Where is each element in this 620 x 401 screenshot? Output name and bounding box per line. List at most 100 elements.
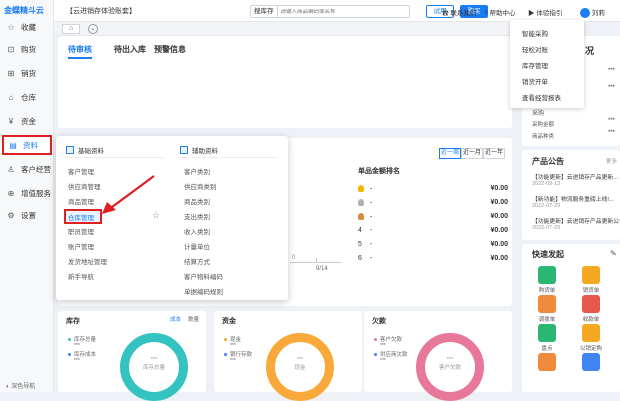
legend-value: *** [74, 358, 80, 364]
sidebar-item-2[interactable]: ⊞ 销货 [2, 63, 52, 83]
basic-data-item[interactable]: 商品管理 [68, 196, 94, 206]
aux-data-item[interactable]: 商品类别 [184, 196, 210, 206]
guide-icon: ▶ [528, 10, 535, 17]
aux-data-item[interactable]: 客户物料编码 [184, 271, 223, 281]
rank-value: ¥0.00 [490, 185, 508, 192]
news-item[interactable]: 【功能更新】云进销存产品更新公告 [532, 216, 620, 225]
document-icon: ▤ [9, 140, 17, 150]
sidebar-item-label: 仓库 [21, 92, 36, 102]
news-date: 2022-07-29 [532, 203, 561, 209]
panel-title: 欠款 [372, 318, 386, 325]
chart-x-axis [290, 262, 342, 263]
legend-value: *** [230, 358, 236, 364]
ranking-title: 单品金额排名 [358, 168, 400, 175]
document-icon [66, 146, 74, 154]
rank-name: - [370, 213, 373, 221]
guide-item-smart-purchase[interactable]: 智能采购 [522, 28, 548, 38]
basic-data-item[interactable]: 客户管理 [68, 166, 94, 176]
news-date: 2022-09-13 [532, 181, 561, 187]
range-week-button[interactable]: 近一周 [439, 148, 461, 159]
sidebar-item-0[interactable]: ☆ 收藏 [2, 17, 52, 37]
legend-dot [68, 353, 71, 357]
transfer-order-icon[interactable] [538, 295, 556, 313]
tab-pending-stock[interactable]: 待出入库 [114, 44, 146, 55]
news-item[interactable]: 【新功能】物流服务重磅上线!... [532, 194, 614, 203]
quick-action-label: 销货单 [582, 288, 600, 294]
panel-tab-cost[interactable]: 成本 [170, 315, 181, 323]
range-year-button[interactable]: 近一年 [483, 148, 505, 159]
warehouse-management-item[interactable]: 仓库管理 [68, 212, 94, 222]
more-quick-icon[interactable] [538, 353, 556, 371]
basic-data-item[interactable]: 职员管理 [68, 226, 94, 236]
quick-action-label: 购货单 [538, 288, 556, 294]
aux-data-item[interactable]: 单据编码规则 [184, 286, 223, 296]
aux-data-item[interactable]: 计量单位 [184, 241, 210, 251]
basic-data-item[interactable]: 新手导航 [68, 271, 94, 281]
guide-item-inventory[interactable]: 库存管理 [522, 60, 548, 70]
divider [178, 157, 278, 158]
legend-dot [374, 338, 377, 342]
medal-icon [358, 213, 364, 220]
home-tab[interactable]: ⌂ [62, 24, 80, 34]
contact-link[interactable]: ☎ 联系我们 [442, 7, 476, 17]
guide-item-reports[interactable]: 查看经营报表 [522, 92, 561, 102]
goods-kinds-mask: *** [608, 130, 616, 136]
panel-1: 资金 现金 *** 银行存款 *** *** 现金 [214, 311, 362, 401]
donut-center: *** 库存总量 [120, 357, 188, 371]
sidebar-item-1[interactable]: ⊡ 购货 [2, 39, 52, 59]
ranking-row-label: 4- [358, 227, 372, 234]
aux-data-item[interactable]: 支出类别 [184, 211, 210, 221]
aux-data-item[interactable]: 结算方式 [184, 256, 210, 266]
rank-number: 5 [358, 241, 362, 248]
tab-pending-review[interactable]: 待审核 [68, 44, 92, 59]
edit-icon[interactable]: ✎ [610, 249, 617, 258]
panel-tab-qty[interactable]: 数量 [188, 315, 199, 323]
sidebar-item-8[interactable]: ⚙ 设置 [2, 205, 52, 225]
receipt-icon[interactable] [582, 295, 600, 313]
rank-name: - [369, 227, 373, 234]
sidebar-item-label: 客户经营 [21, 164, 51, 174]
guide-link[interactable]: ▶ 体验指引 [528, 7, 562, 17]
panel-legend-item: 供应商欠款 *** [374, 350, 408, 364]
account-name[interactable]: 【云进销存体验账套】 [66, 6, 136, 16]
news-date: 2022-07-29 [532, 225, 561, 231]
range-month-button[interactable]: 近一月 [461, 148, 483, 159]
cart-icon: ⊡ [7, 44, 15, 54]
ranking-row-label: - [358, 213, 372, 220]
help-link[interactable]: ? 帮助中心 [484, 7, 515, 17]
sidebar-item-3[interactable]: ⌂ 仓库 [2, 87, 52, 107]
search-input[interactable] [277, 8, 409, 15]
guide-item-reconcile[interactable]: 轻松对账 [522, 44, 548, 54]
panel-legend-item: 库存成本 *** [68, 350, 96, 364]
more-quick-icon-2[interactable] [582, 353, 600, 371]
tab-warnings[interactable]: 预警信息 [154, 44, 186, 55]
inventory-count-icon[interactable] [538, 324, 556, 342]
search-type-select[interactable]: 搜库存 [251, 6, 278, 17]
announcement-more-link[interactable]: 更多 [606, 157, 617, 165]
sidebar-item-6[interactable]: ♙ 客户经营 [2, 159, 52, 179]
sales-to-purchase-icon[interactable] [582, 324, 600, 342]
aux-data-item[interactable]: 供应商类别 [184, 181, 217, 191]
tab-collapse-button[interactable]: ⌄ [88, 24, 98, 34]
user-menu[interactable]: 刘莉 [580, 7, 605, 19]
sales-order-icon[interactable] [582, 266, 600, 284]
guide-item-sales-order[interactable]: 销货开单 [522, 76, 548, 86]
donut-center-label: 客户欠款 [438, 365, 461, 371]
purchase-order-icon[interactable] [538, 266, 556, 284]
contact-icon: ☎ [442, 10, 449, 17]
news-item[interactable]: 【功能更新】云进销存产品更新... [532, 172, 618, 181]
sidebar-item-7[interactable]: ⊕ 增值服务 [2, 183, 52, 203]
rank-value: ¥0.00 [490, 213, 508, 220]
aux-data-item[interactable]: 收入类别 [184, 226, 210, 236]
search-box[interactable]: 搜库存 [250, 5, 410, 18]
help-icon: ? [484, 10, 488, 17]
sidebar-item-5[interactable]: ▤ 资料 [2, 135, 52, 155]
sidebar-item-4[interactable]: ¥ 资金 [2, 111, 52, 131]
basic-data-item[interactable]: 账户管理 [68, 241, 94, 251]
donut-center: *** 客户欠款 [416, 357, 484, 371]
dark-nav-toggle[interactable]: ◐ 深色导航 [6, 381, 35, 390]
aux-data-item[interactable]: 客户类别 [184, 166, 210, 176]
quick-action-label: 收款单 [582, 317, 600, 323]
basic-data-item[interactable]: 发货地址管理 [68, 256, 107, 266]
panel-legend-item: 银行存款 *** [224, 350, 252, 364]
